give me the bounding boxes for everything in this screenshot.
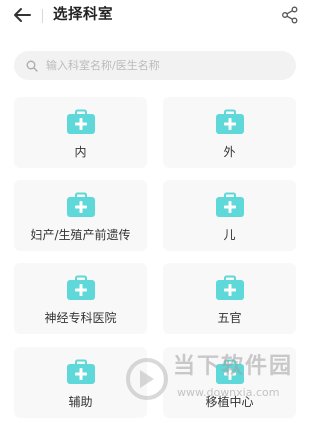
header-divider (42, 9, 43, 23)
share-button[interactable] (280, 5, 300, 25)
back-button[interactable] (12, 6, 32, 24)
medical-kit-icon (215, 109, 244, 134)
top-bar: 选择科室 (0, 0, 310, 30)
medical-kit-icon (215, 275, 244, 300)
department-label: 外 (223, 145, 236, 159)
search-icon (26, 60, 38, 72)
department-card[interactable]: 外 (163, 97, 296, 168)
department-card[interactable]: 移植中心 (163, 347, 296, 418)
department-label: 内 (74, 145, 87, 159)
department-card[interactable]: 辅助 (14, 347, 147, 418)
department-card[interactable]: 儿 (163, 180, 296, 251)
medical-kit-icon (215, 359, 244, 384)
arrow-left-icon (14, 8, 31, 22)
department-label: 辅助 (68, 395, 93, 409)
medical-kit-icon (66, 192, 95, 217)
department-label: 五官 (217, 311, 242, 325)
department-label: 儿 (223, 228, 236, 242)
department-label: 移植中心 (205, 395, 254, 409)
search-bar[interactable] (14, 51, 296, 80)
medical-kit-icon (66, 109, 95, 134)
share-icon (282, 6, 298, 24)
medical-kit-icon (66, 359, 95, 384)
search-input[interactable] (44, 58, 278, 73)
department-card[interactable]: 妇产/生殖产前遗传 (14, 180, 147, 251)
department-card[interactable]: 内 (14, 97, 147, 168)
medical-kit-icon (215, 192, 244, 217)
department-card[interactable]: 神经专科医院 (14, 263, 147, 334)
department-label: 神经专科医院 (44, 311, 117, 325)
department-label: 妇产/生殖产前遗传 (30, 228, 131, 242)
page-title: 选择科室 (53, 7, 113, 23)
medical-kit-icon (66, 275, 95, 300)
department-card[interactable]: 五官 (163, 263, 296, 334)
